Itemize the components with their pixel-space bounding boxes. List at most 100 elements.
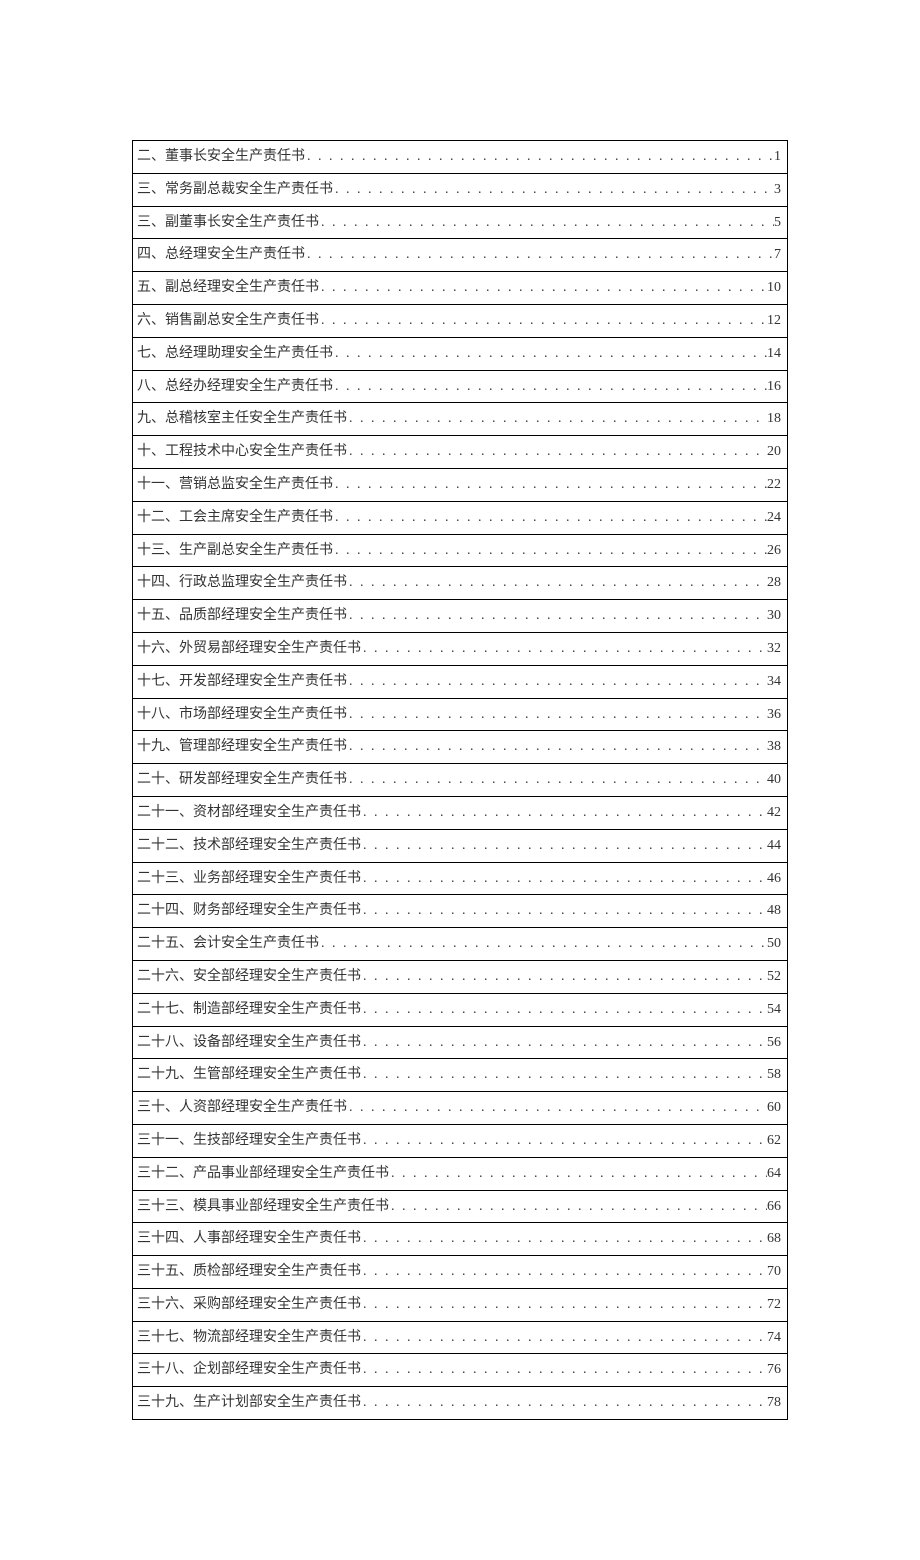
- toc-entry-page: 28: [767, 571, 781, 595]
- toc-entry-page: 10: [767, 276, 781, 300]
- toc-entry-page: 26: [767, 539, 781, 563]
- toc-entry-page: 22: [767, 473, 781, 497]
- toc-entry-page: 14: [767, 342, 781, 366]
- toc-entry-title: 三十二、产品事业部经理安全生产责任书: [137, 1162, 389, 1186]
- toc-entry-page: 62: [767, 1129, 781, 1153]
- toc-leader-dots: . . . . . . . . . . . . . . . . . . . . …: [361, 637, 767, 661]
- toc-row: 四、总经理安全生产责任书. . . . . . . . . . . . . . …: [133, 239, 787, 272]
- toc-entry-title: 十六、外贸易部经理安全生产责任书: [137, 637, 361, 661]
- toc-row: 二十二、技术部经理安全生产责任书. . . . . . . . . . . . …: [133, 830, 787, 863]
- toc-entry-page: 42: [767, 801, 781, 825]
- toc-row: 八、总经办经理安全生产责任书. . . . . . . . . . . . . …: [133, 371, 787, 404]
- toc-leader-dots: . . . . . . . . . . . . . . . . . . . . …: [333, 178, 774, 202]
- toc-entry-title: 二十八、设备部经理安全生产责任书: [137, 1031, 361, 1055]
- toc-row: 十四、行政总监理安全生产责任书. . . . . . . . . . . . .…: [133, 567, 787, 600]
- toc-entry-page: 18: [767, 407, 781, 431]
- toc-entry-title: 二十七、制造部经理安全生产责任书: [137, 998, 361, 1022]
- toc-row: 六、销售副总安全生产责任书. . . . . . . . . . . . . .…: [133, 305, 787, 338]
- toc-row: 十一、营销总监安全生产责任书. . . . . . . . . . . . . …: [133, 469, 787, 502]
- toc-leader-dots: . . . . . . . . . . . . . . . . . . . . …: [361, 1227, 767, 1251]
- toc-leader-dots: . . . . . . . . . . . . . . . . . . . . …: [361, 834, 767, 858]
- toc-entry-page: 66: [767, 1195, 781, 1219]
- toc-entry-page: 52: [767, 965, 781, 989]
- toc-leader-dots: . . . . . . . . . . . . . . . . . . . . …: [347, 571, 767, 595]
- toc-entry-page: 20: [767, 440, 781, 464]
- toc-row: 十、工程技术中心安全生产责任书. . . . . . . . . . . . .…: [133, 436, 787, 469]
- toc-entry-page: 50: [767, 932, 781, 956]
- toc-entry-title: 三、副董事长安全生产责任书: [137, 211, 319, 235]
- toc-row: 二十、研发部经理安全生产责任书. . . . . . . . . . . . .…: [133, 764, 787, 797]
- toc-row: 三十二、产品事业部经理安全生产责任书. . . . . . . . . . . …: [133, 1158, 787, 1191]
- toc-entry-title: 十九、管理部经理安全生产责任书: [137, 735, 347, 759]
- toc-row: 三十、人资部经理安全生产责任书. . . . . . . . . . . . .…: [133, 1092, 787, 1125]
- toc-leader-dots: . . . . . . . . . . . . . . . . . . . . …: [347, 440, 767, 464]
- toc-entry-title: 六、销售副总安全生产责任书: [137, 309, 319, 333]
- toc-entry-page: 56: [767, 1031, 781, 1055]
- toc-row: 三十七、物流部经理安全生产责任书. . . . . . . . . . . . …: [133, 1322, 787, 1355]
- toc-leader-dots: . . . . . . . . . . . . . . . . . . . . …: [333, 506, 767, 530]
- toc-row: 十九、管理部经理安全生产责任书. . . . . . . . . . . . .…: [133, 731, 787, 764]
- toc-entry-page: 36: [767, 703, 781, 727]
- toc-entry-page: 7: [774, 243, 781, 267]
- toc-row: 三十八、企划部经理安全生产责任书. . . . . . . . . . . . …: [133, 1354, 787, 1387]
- toc-leader-dots: . . . . . . . . . . . . . . . . . . . . …: [361, 1326, 767, 1350]
- toc-leader-dots: . . . . . . . . . . . . . . . . . . . . …: [305, 243, 774, 267]
- toc-row: 二十五、会计安全生产责任书. . . . . . . . . . . . . .…: [133, 928, 787, 961]
- toc-entry-title: 十、工程技术中心安全生产责任书: [137, 440, 347, 464]
- toc-entry-page: 34: [767, 670, 781, 694]
- toc-entry-page: 74: [767, 1326, 781, 1350]
- toc-entry-page: 48: [767, 899, 781, 923]
- toc-leader-dots: . . . . . . . . . . . . . . . . . . . . …: [361, 1031, 767, 1055]
- toc-entry-title: 十七、开发部经理安全生产责任书: [137, 670, 347, 694]
- toc-row: 七、总经理助理安全生产责任书. . . . . . . . . . . . . …: [133, 338, 787, 371]
- toc-entry-page: 1: [774, 145, 781, 169]
- toc-entry-page: 12: [767, 309, 781, 333]
- toc-entry-title: 七、总经理助理安全生产责任书: [137, 342, 333, 366]
- toc-entry-title: 二十四、财务部经理安全生产责任书: [137, 899, 361, 923]
- toc-leader-dots: . . . . . . . . . . . . . . . . . . . . …: [319, 932, 767, 956]
- toc-entry-title: 八、总经办经理安全生产责任书: [137, 375, 333, 399]
- toc-entry-title: 三十九、生产计划部安全生产责任书: [137, 1391, 361, 1415]
- toc-leader-dots: . . . . . . . . . . . . . . . . . . . . …: [361, 801, 767, 825]
- toc-entry-title: 二十、研发部经理安全生产责任书: [137, 768, 347, 792]
- toc-leader-dots: . . . . . . . . . . . . . . . . . . . . …: [347, 407, 767, 431]
- toc-entry-page: 60: [767, 1096, 781, 1120]
- toc-row: 三、常务副总裁安全生产责任书. . . . . . . . . . . . . …: [133, 174, 787, 207]
- toc-entry-title: 三十四、人事部经理安全生产责任书: [137, 1227, 361, 1251]
- toc-leader-dots: . . . . . . . . . . . . . . . . . . . . …: [361, 1358, 767, 1382]
- toc-entry-title: 十五、品质部经理安全生产责任书: [137, 604, 347, 628]
- toc-entry-page: 16: [767, 375, 781, 399]
- toc-leader-dots: . . . . . . . . . . . . . . . . . . . . …: [361, 1391, 767, 1415]
- toc-entry-page: 76: [767, 1358, 781, 1382]
- toc-entry-title: 二十一、资材部经理安全生产责任书: [137, 801, 361, 825]
- toc-leader-dots: . . . . . . . . . . . . . . . . . . . . …: [347, 768, 767, 792]
- toc-entry-page: 5: [774, 211, 781, 235]
- toc-row: 十六、外贸易部经理安全生产责任书. . . . . . . . . . . . …: [133, 633, 787, 666]
- toc-row: 二十七、制造部经理安全生产责任书. . . . . . . . . . . . …: [133, 994, 787, 1027]
- toc-entry-page: 72: [767, 1293, 781, 1317]
- toc-leader-dots: . . . . . . . . . . . . . . . . . . . . …: [389, 1195, 767, 1219]
- toc-entry-title: 二十三、业务部经理安全生产责任书: [137, 867, 361, 891]
- toc-entry-page: 40: [767, 768, 781, 792]
- toc-row: 十五、品质部经理安全生产责任书. . . . . . . . . . . . .…: [133, 600, 787, 633]
- toc-entry-title: 二、董事长安全生产责任书: [137, 145, 305, 169]
- toc-row: 三十六、采购部经理安全生产责任书. . . . . . . . . . . . …: [133, 1289, 787, 1322]
- toc-entry-page: 3: [774, 178, 781, 202]
- toc-entry-page: 38: [767, 735, 781, 759]
- toc-entry-page: 54: [767, 998, 781, 1022]
- toc-leader-dots: . . . . . . . . . . . . . . . . . . . . …: [361, 1260, 767, 1284]
- toc-entry-page: 30: [767, 604, 781, 628]
- toc-row: 三十一、生技部经理安全生产责任书. . . . . . . . . . . . …: [133, 1125, 787, 1158]
- toc-entry-title: 三十一、生技部经理安全生产责任书: [137, 1129, 361, 1153]
- toc-entry-title: 四、总经理安全生产责任书: [137, 243, 305, 267]
- toc-entry-title: 二十五、会计安全生产责任书: [137, 932, 319, 956]
- toc-entry-title: 十四、行政总监理安全生产责任书: [137, 571, 347, 595]
- toc-entry-title: 五、副总经理安全生产责任书: [137, 276, 319, 300]
- toc-entry-title: 九、总稽核室主任安全生产责任书: [137, 407, 347, 431]
- toc-leader-dots: . . . . . . . . . . . . . . . . . . . . …: [347, 604, 767, 628]
- toc-leader-dots: . . . . . . . . . . . . . . . . . . . . …: [361, 1293, 767, 1317]
- toc-leader-dots: . . . . . . . . . . . . . . . . . . . . …: [333, 539, 767, 563]
- toc-row: 二十六、安全部经理安全生产责任书. . . . . . . . . . . . …: [133, 961, 787, 994]
- toc-leader-dots: . . . . . . . . . . . . . . . . . . . . …: [389, 1162, 767, 1186]
- toc-leader-dots: . . . . . . . . . . . . . . . . . . . . …: [319, 211, 774, 235]
